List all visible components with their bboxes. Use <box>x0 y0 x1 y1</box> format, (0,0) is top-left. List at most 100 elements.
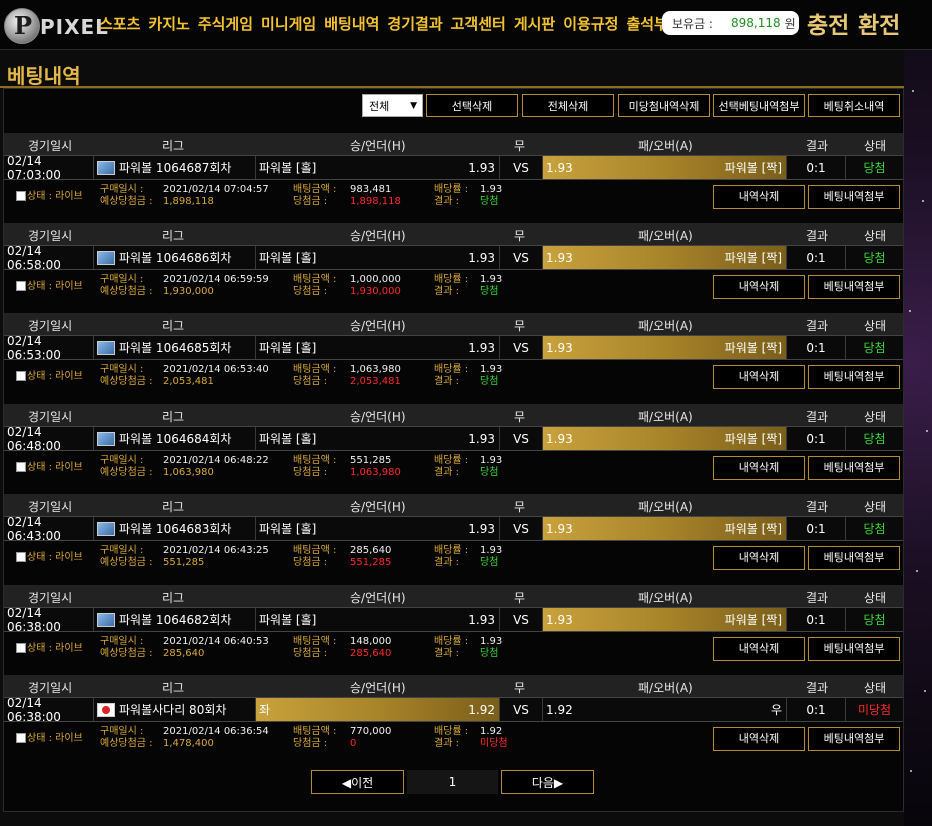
space-background <box>904 50 932 826</box>
away-pick[interactable]: 1.93 파워볼 [짝] <box>543 156 787 179</box>
result-label: 결과 : <box>434 376 459 387</box>
league-name: 파워볼 1064682회차 <box>119 613 232 627</box>
attach-entry-button[interactable]: 베팅내역첨부 <box>808 546 900 570</box>
delete-entry-button[interactable]: 내역삭제 <box>713 275 805 299</box>
col-home: 승/언더(H) <box>350 500 406 514</box>
away-pick[interactable]: 1.93 파워볼 [짝] <box>543 427 787 450</box>
filter-select[interactable]: 전체 ▼ <box>362 94 423 117</box>
home-odds: 1.93 <box>468 431 495 446</box>
match-status: 당첨 <box>863 161 886 175</box>
col-league: 리그 <box>162 139 185 153</box>
attach-entry-button[interactable]: 베팅내역첨부 <box>808 275 900 299</box>
result-value: 당첨 <box>480 557 499 568</box>
nav-rules[interactable]: 이용규정 <box>563 13 618 34</box>
expected-win-label: 예상당첨금 : <box>100 196 153 207</box>
match-score: 0:1 <box>787 336 846 359</box>
attach-entry-button[interactable]: 베팅내역첨부 <box>808 365 900 389</box>
match-date: 02/14 06:48:00 <box>4 425 94 453</box>
purchase-time-label: 구매일시 : <box>100 726 144 737</box>
col-away: 패/오버(A) <box>638 591 693 605</box>
col-date: 경기일시 <box>28 229 73 243</box>
attach-entry-button[interactable]: 베팅내역첨부 <box>808 727 900 751</box>
col-status: 상태 <box>864 410 887 424</box>
home-pick[interactable]: 파워볼 [홀] 1.93 <box>256 608 500 631</box>
nav-customer-center[interactable]: 고객센터 <box>451 13 506 34</box>
delete-entry-button[interactable]: 내역삭제 <box>713 185 805 209</box>
select-checkbox[interactable] <box>16 281 26 291</box>
col-home: 승/언더(H) <box>350 229 406 243</box>
select-checkbox[interactable] <box>16 371 26 381</box>
match-row: 02/14 06:38:00 파워볼 1064682회차 파워볼 [홀] 1.9… <box>4 606 903 634</box>
home-pick[interactable]: 파워볼 [홀] 1.93 <box>256 246 500 269</box>
attach-selected-button[interactable]: 선택베팅내역첨부 <box>713 94 805 117</box>
away-pick[interactable]: 1.92 우 <box>543 698 787 721</box>
odds-label: 배당률 : <box>434 636 469 647</box>
win-amount-label: 당첨금 : <box>293 196 328 207</box>
home-pick[interactable]: 파워볼 [홀] 1.93 <box>256 517 500 540</box>
away-odds: 1.92 <box>546 702 573 717</box>
col-league: 리그 <box>162 410 185 424</box>
bet-amount-label: 배팅금액 : <box>293 364 337 375</box>
charge-button[interactable]: 충전 <box>807 6 849 40</box>
away-odds: 1.93 <box>546 250 573 265</box>
exchange-button[interactable]: 환전 <box>858 6 900 40</box>
nav-sports[interactable]: 스포츠 <box>99 13 140 34</box>
away-label: 파워볼 [짝] <box>724 613 782 627</box>
purchase-time-value: 2021/02/14 06:48:22 <box>163 455 269 466</box>
current-page[interactable]: 1 <box>407 770 498 794</box>
attach-entry-button[interactable]: 베팅내역첨부 <box>808 456 900 480</box>
select-checkbox[interactable] <box>16 191 26 201</box>
nav-game-results[interactable]: 경기결과 <box>387 13 442 34</box>
home-pick[interactable]: 파워볼 [홀] 1.93 <box>256 427 500 450</box>
next-page-button[interactable]: 다음▶ <box>501 770 594 794</box>
league-name: 파워볼 1064683회차 <box>119 522 232 536</box>
delete-entry-button[interactable]: 내역삭제 <box>713 456 805 480</box>
away-pick[interactable]: 1.93 파워볼 [짝] <box>543 608 787 631</box>
nav-mini-game[interactable]: 미니게임 <box>261 13 316 34</box>
col-result: 결과 <box>806 319 829 333</box>
expected-win-label: 예상당첨금 : <box>100 648 153 659</box>
nav-bet-history[interactable]: 배팅내역 <box>324 13 379 34</box>
away-pick[interactable]: 1.93 파워볼 [짝] <box>543 517 787 540</box>
bet-detail-row: 상태 : 라이브 구매일시 : 예상당첨금 : 2021/02/14 06:53… <box>4 360 903 395</box>
cancelled-bets-button[interactable]: 베팅취소내역 <box>808 94 900 117</box>
league-name: 파워볼사다리 80회차 <box>119 703 227 717</box>
match-status: 당첨 <box>863 251 886 265</box>
bet-header-row: 경기일시 리그 승/언더(H) 무 패/오버(A) 결과 상태 <box>4 585 903 607</box>
delete-all-button[interactable]: 전체삭제 <box>522 94 614 117</box>
home-odds: 1.93 <box>468 521 495 536</box>
delete-entry-button[interactable]: 내역삭제 <box>713 546 805 570</box>
select-checkbox[interactable] <box>16 643 26 653</box>
delete-entry-button[interactable]: 내역삭제 <box>713 727 805 751</box>
bet-header-row: 경기일시 리그 승/언더(H) 무 패/오버(A) 결과 상태 <box>4 494 903 516</box>
select-checkbox[interactable] <box>16 462 26 472</box>
purchase-time-label: 구매일시 : <box>100 455 144 466</box>
away-pick[interactable]: 1.93 파워볼 [짝] <box>543 246 787 269</box>
attach-entry-button[interactable]: 베팅내역첨부 <box>808 185 900 209</box>
col-away: 패/오버(A) <box>638 229 693 243</box>
prev-page-button[interactable]: ◀이전 <box>311 770 404 794</box>
bet-entry: 경기일시 리그 승/언더(H) 무 패/오버(A) 결과 상태 02/14 07… <box>4 133 903 215</box>
nav-casino[interactable]: 카지노 <box>148 13 189 34</box>
powerball-icon <box>97 340 115 355</box>
delete-selected-button[interactable]: 선택삭제 <box>426 94 518 117</box>
state-label: 상태 : 라이브 <box>27 733 83 744</box>
home-pick[interactable]: 좌 1.92 <box>256 698 500 721</box>
result-label: 결과 : <box>434 286 459 297</box>
select-checkbox[interactable] <box>16 733 26 743</box>
nav-board[interactable]: 게시판 <box>514 13 555 34</box>
delete-entry-button[interactable]: 내역삭제 <box>713 365 805 389</box>
win-amount-label: 당첨금 : <box>293 286 328 297</box>
home-pick[interactable]: 파워볼 [홀] 1.93 <box>256 336 500 359</box>
nav-stock-game[interactable]: 주식게임 <box>198 13 253 34</box>
delete-unwon-button[interactable]: 미당첨내역삭제 <box>618 94 710 117</box>
away-label: 파워볼 [짝] <box>724 251 782 265</box>
attach-entry-button[interactable]: 베팅내역첨부 <box>808 637 900 661</box>
home-pick[interactable]: 파워볼 [홀] 1.93 <box>256 156 500 179</box>
delete-entry-button[interactable]: 내역삭제 <box>713 637 805 661</box>
logo[interactable]: P PIXEL <box>4 6 108 44</box>
away-pick[interactable]: 1.93 파워볼 [짝] <box>543 336 787 359</box>
col-league: 리그 <box>162 681 185 695</box>
bet-entry: 경기일시 리그 승/언더(H) 무 패/오버(A) 결과 상태 02/14 06… <box>4 494 903 576</box>
select-checkbox[interactable] <box>16 552 26 562</box>
